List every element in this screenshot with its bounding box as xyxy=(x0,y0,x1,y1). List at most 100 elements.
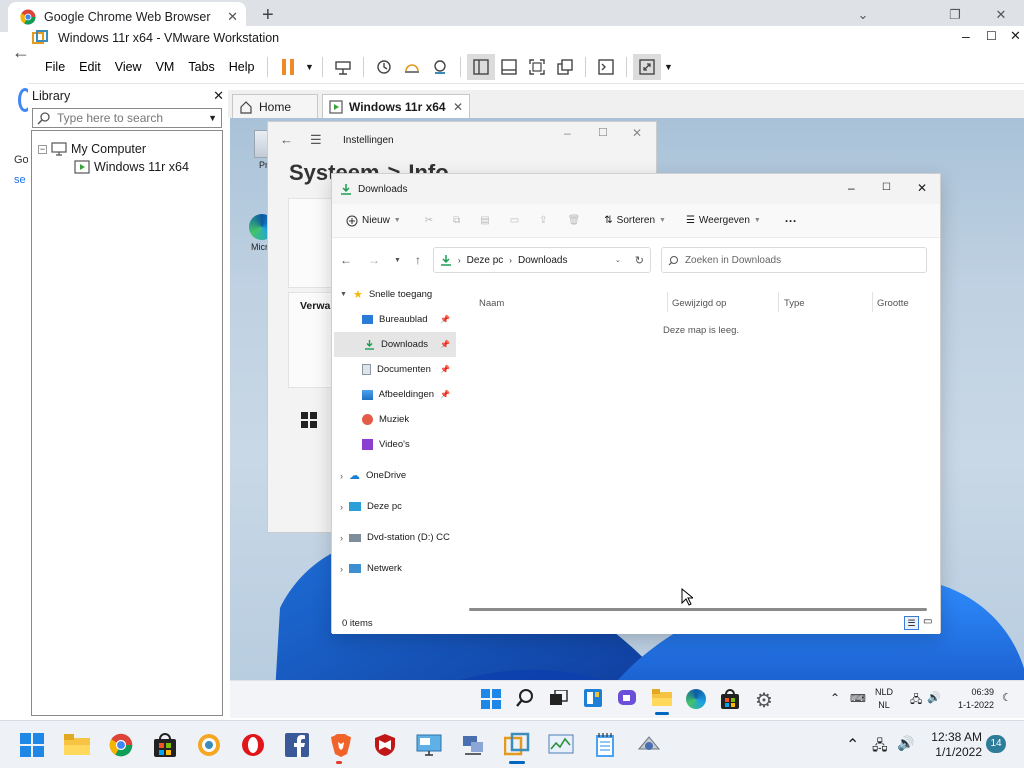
view-button[interactable]: ☰ Weergeven ▼ xyxy=(686,215,761,226)
notepad-icon[interactable] xyxy=(591,731,619,759)
column-header-modified[interactable]: Gewijzigd op xyxy=(672,298,726,309)
minimize-icon[interactable]: – xyxy=(962,28,970,44)
explorer-search-input[interactable]: Zoeken in Downloads xyxy=(660,247,927,273)
menu-view[interactable]: View xyxy=(108,60,149,74)
maximize-icon[interactable]: ☐ xyxy=(598,126,608,139)
chevron-right-icon[interactable]: › xyxy=(340,471,343,481)
sort-button[interactable]: ⇅ Sorteren ▼ xyxy=(604,215,666,226)
chevron-down-icon[interactable]: ⌄ xyxy=(615,256,621,264)
chat-icon[interactable] xyxy=(618,689,638,707)
nav-item-network[interactable]: › Netwerk xyxy=(332,556,456,581)
column-divider[interactable] xyxy=(778,292,779,312)
send-keys-icon[interactable] xyxy=(329,54,357,80)
start-icon[interactable] xyxy=(18,731,46,759)
network-icon[interactable]: 🖧 xyxy=(872,735,888,759)
tree-item-my-computer[interactable]: − My Computer xyxy=(32,140,222,158)
chevron-down-icon[interactable]: ▼ xyxy=(208,113,217,123)
forward-icon[interactable]: → xyxy=(368,253,380,267)
close-icon[interactable]: ✕ xyxy=(917,181,927,195)
nav-item-desktop[interactable]: Bureaublad 📌 xyxy=(332,307,456,332)
guest-desktop[interactable]: Pru Micro ← ☰ Instellingen – ☐ ✕ Systeem… xyxy=(230,118,1024,680)
nav-item-music[interactable]: Muziek xyxy=(332,407,456,432)
nav-item-downloads[interactable]: Downloads 📌 xyxy=(334,332,456,357)
address-bar[interactable]: › Deze pc › Downloads ⌄ ↻ xyxy=(432,247,651,273)
remote-desktop-icon[interactable] xyxy=(415,731,443,759)
horizontal-scrollbar[interactable] xyxy=(469,608,927,611)
menu-icon[interactable]: ☰ xyxy=(310,132,322,148)
store-icon[interactable] xyxy=(721,689,739,709)
brave-icon[interactable] xyxy=(327,731,355,764)
close-icon[interactable]: ✕ xyxy=(213,88,224,104)
vmware-icon[interactable] xyxy=(503,731,531,764)
pin-icon[interactable]: 📌 xyxy=(440,340,450,349)
guest-clock[interactable]: 06:39 1-1-2022 xyxy=(954,686,994,712)
nav-item-videos[interactable]: Video's xyxy=(332,432,456,457)
snapshot-icon[interactable] xyxy=(370,54,398,80)
focus-icon[interactable]: ☾ xyxy=(1002,691,1012,704)
settings-gear-icon[interactable]: ⚙ xyxy=(755,688,773,713)
network-share-icon[interactable] xyxy=(635,731,663,759)
edge-icon[interactable] xyxy=(686,689,706,709)
minimize-icon[interactable]: – xyxy=(564,126,571,140)
chevron-right-icon[interactable]: › xyxy=(340,533,343,543)
host-clock[interactable]: 12:38 AM 1/1/2022 xyxy=(920,730,982,760)
delete-icon[interactable]: 🗑 xyxy=(568,215,581,226)
menu-file[interactable]: File xyxy=(38,60,72,74)
close-icon[interactable]: ✕ xyxy=(632,126,642,140)
column-header-size[interactable]: Grootte xyxy=(877,298,909,309)
chevron-down-icon[interactable]: ▼ xyxy=(661,54,675,80)
tab-vm[interactable]: Windows 11r x64 ✕ xyxy=(322,94,470,118)
close-icon[interactable]: ✕ xyxy=(227,9,238,25)
library-search-input[interactable]: Type here to search ▼ xyxy=(32,108,222,128)
store-icon[interactable] xyxy=(151,731,179,759)
app-badge-icon[interactable] xyxy=(195,731,223,759)
column-header-type[interactable]: Type xyxy=(784,298,805,309)
file-explorer-icon[interactable] xyxy=(652,689,672,715)
refresh-icon[interactable]: ↻ xyxy=(635,254,644,267)
menu-tabs[interactable]: Tabs xyxy=(181,60,221,74)
column-divider[interactable] xyxy=(667,292,668,312)
thumbnail-bar-icon[interactable] xyxy=(495,54,523,80)
minimize-icon[interactable]: – xyxy=(848,181,855,195)
more-button[interactable]: ··· xyxy=(785,214,797,228)
pause-icon[interactable] xyxy=(274,54,302,80)
up-icon[interactable]: ↑ xyxy=(415,253,421,267)
pin-icon[interactable]: 📌 xyxy=(440,365,450,374)
language-indicator[interactable]: NLD NL xyxy=(875,686,893,712)
rename-icon[interactable]: ▭ xyxy=(510,215,519,226)
pin-icon[interactable]: 📌 xyxy=(440,390,450,399)
menu-help[interactable]: Help xyxy=(222,60,262,74)
chevron-up-icon[interactable]: ⌃ xyxy=(846,735,859,755)
network-icon[interactable]: 🖧 xyxy=(910,691,922,710)
new-button[interactable]: Nieuw ▼ xyxy=(346,215,401,227)
widgets-icon[interactable] xyxy=(584,689,602,707)
snapshot-manager-icon[interactable] xyxy=(426,54,454,80)
performance-monitor-icon[interactable] xyxy=(547,731,575,759)
share-icon[interactable]: ⇪ xyxy=(539,215,547,226)
breadcrumb-root[interactable]: Deze pc xyxy=(467,255,504,266)
nav-item-onedrive[interactable]: › ☁ OneDrive xyxy=(332,463,456,488)
tab-home[interactable]: Home xyxy=(232,94,318,118)
revert-snapshot-icon[interactable] xyxy=(398,54,426,80)
maximize-icon[interactable]: ☐ xyxy=(986,29,997,43)
back-icon[interactable]: ← xyxy=(280,132,293,147)
cut-icon[interactable]: ✂ xyxy=(425,215,433,226)
tree-item-vm[interactable]: Windows 11r x64 xyxy=(32,158,222,176)
computer-management-icon[interactable] xyxy=(459,731,487,759)
volume-icon[interactable]: 🔊 xyxy=(927,691,941,704)
column-divider[interactable] xyxy=(872,292,873,312)
column-header-name[interactable]: Naam xyxy=(479,298,504,309)
fullscreen-icon[interactable] xyxy=(523,54,551,80)
opera-icon[interactable] xyxy=(239,731,267,759)
chevron-down-icon[interactable]: ▼ xyxy=(302,54,316,80)
nav-item-dvd[interactable]: › Dvd-station (D:) CC xyxy=(332,525,456,550)
paste-icon[interactable]: ▤ xyxy=(480,215,489,226)
search-icon[interactable] xyxy=(515,688,535,708)
breadcrumb-folder[interactable]: Downloads xyxy=(518,255,609,266)
chevron-down-icon[interactable]: ▼ xyxy=(340,291,347,298)
nav-quick-access[interactable]: ▼ ★ Snelle toegang xyxy=(332,282,456,307)
tiles-view-icon[interactable]: ▭ xyxy=(923,616,932,627)
back-icon[interactable]: ← xyxy=(340,253,352,267)
console-icon[interactable] xyxy=(592,54,620,80)
library-toggle-icon[interactable] xyxy=(467,53,496,80)
